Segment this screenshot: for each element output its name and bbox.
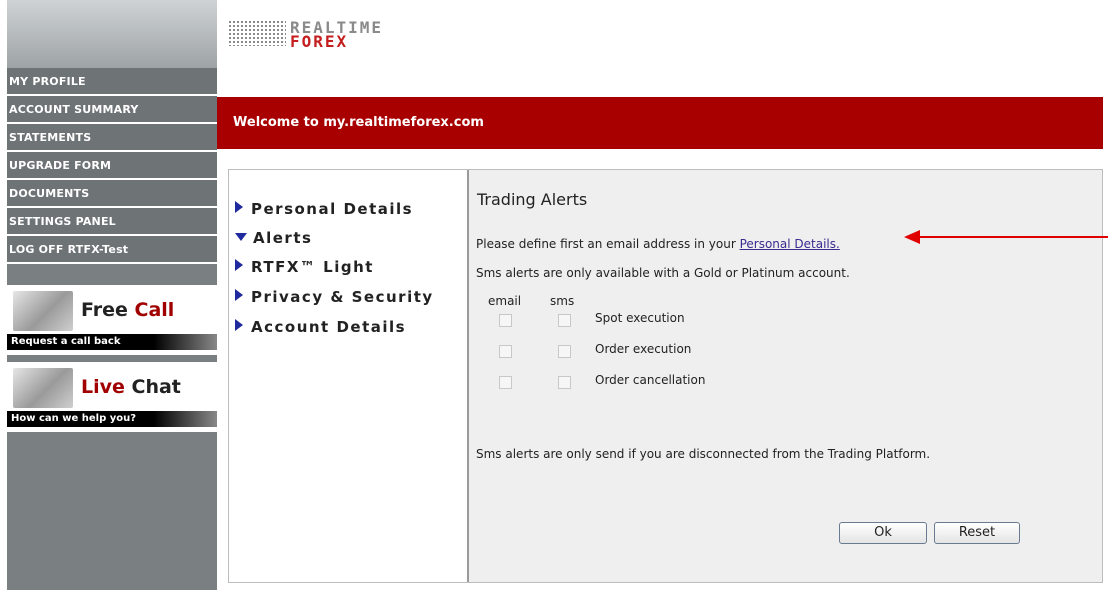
sidebar-item-account-summary[interactable]: ACCOUNT SUMMARY [7, 96, 217, 124]
sidebar-item-log-off[interactable]: LOG OFF RTFX-Test [7, 236, 217, 264]
row-label-order-cancellation: Order cancellation [595, 373, 706, 387]
panel-title: Trading Alerts [477, 190, 588, 209]
reset-button[interactable]: Reset [934, 522, 1020, 544]
logo-text-forex: FOREX [290, 32, 349, 51]
annotation-arrow-icon [904, 230, 920, 244]
realtime-forex-logo[interactable]: REALTIME FOREX [228, 14, 448, 51]
personal-details-link[interactable]: Personal Details. [740, 237, 840, 251]
menu-item-privacy-security[interactable]: Privacy & Security [235, 288, 434, 306]
content-frame: Personal Details Alerts RTFX™ Light Priv… [228, 169, 1103, 583]
menu-item-rtfx-light[interactable]: RTFX™ Light [235, 258, 374, 276]
live-chat-title: Live Chat [81, 376, 181, 398]
sidebar: MY PROFILE ACCOUNT SUMMARY STATEMENTS UP… [7, 0, 217, 590]
sidebar-header [7, 0, 217, 68]
triangle-right-icon [235, 201, 243, 213]
welcome-banner: Welcome to my.realtimeforex.com [217, 97, 1103, 149]
sms-checkbox-order-execution[interactable] [558, 345, 571, 358]
sidebar-item-statements[interactable]: STATEMENTS [7, 124, 217, 152]
trading-alerts-panel: Trading Alerts Please define first an em… [469, 170, 1102, 582]
settings-menu: Personal Details Alerts RTFX™ Light Priv… [229, 170, 469, 582]
menu-item-account-details[interactable]: Account Details [235, 318, 406, 336]
sms-checkbox-spot-execution[interactable] [558, 314, 571, 327]
email-checkbox-order-cancellation[interactable] [499, 376, 512, 389]
free-call-promo[interactable]: Free Call Request a call back [7, 285, 217, 355]
ok-button[interactable]: Ok [839, 522, 927, 544]
how-can-we-help-link[interactable]: How can we help you? [7, 411, 217, 427]
sms-availability-note: Sms alerts are only available with a Gol… [476, 266, 850, 280]
free-call-title: Free Call [81, 299, 175, 321]
triangle-right-icon [235, 319, 243, 331]
sidebar-item-settings-panel[interactable]: SETTINGS PANEL [7, 208, 217, 236]
sms-disconnect-note: Sms alerts are only send if you are disc… [476, 447, 931, 461]
live-chat-promo[interactable]: Live Chat How can we help you? [7, 362, 217, 432]
request-call-back-link[interactable]: Request a call back [7, 334, 217, 350]
email-note: Please define first an email address in … [476, 237, 840, 251]
phone-keypad-image [13, 291, 73, 331]
email-checkbox-order-execution[interactable] [499, 345, 512, 358]
triangle-down-icon [235, 233, 247, 241]
sidebar-item-upgrade-form[interactable]: UPGRADE FORM [7, 152, 217, 180]
sidebar-nav: MY PROFILE ACCOUNT SUMMARY STATEMENTS UP… [7, 68, 217, 264]
keyboard-hands-image [13, 368, 73, 408]
sidebar-item-my-profile[interactable]: MY PROFILE [7, 68, 217, 96]
row-label-spot-execution: Spot execution [595, 311, 685, 325]
logo-dots-icon [228, 20, 286, 46]
email-column-header: email [488, 294, 522, 308]
triangle-right-icon [235, 289, 243, 301]
sidebar-item-documents[interactable]: DOCUMENTS [7, 180, 217, 208]
email-checkbox-spot-execution[interactable] [499, 314, 512, 327]
menu-item-alerts[interactable]: Alerts [235, 229, 312, 247]
sms-column-header: sms [550, 294, 575, 308]
menu-item-personal-details[interactable]: Personal Details [235, 200, 413, 218]
row-label-order-execution: Order execution [595, 342, 692, 356]
triangle-right-icon [235, 259, 243, 271]
email-note-text: Please define first an email address in … [476, 237, 740, 251]
sms-checkbox-order-cancellation[interactable] [558, 376, 571, 389]
annotation-arrow-line [918, 236, 1108, 238]
